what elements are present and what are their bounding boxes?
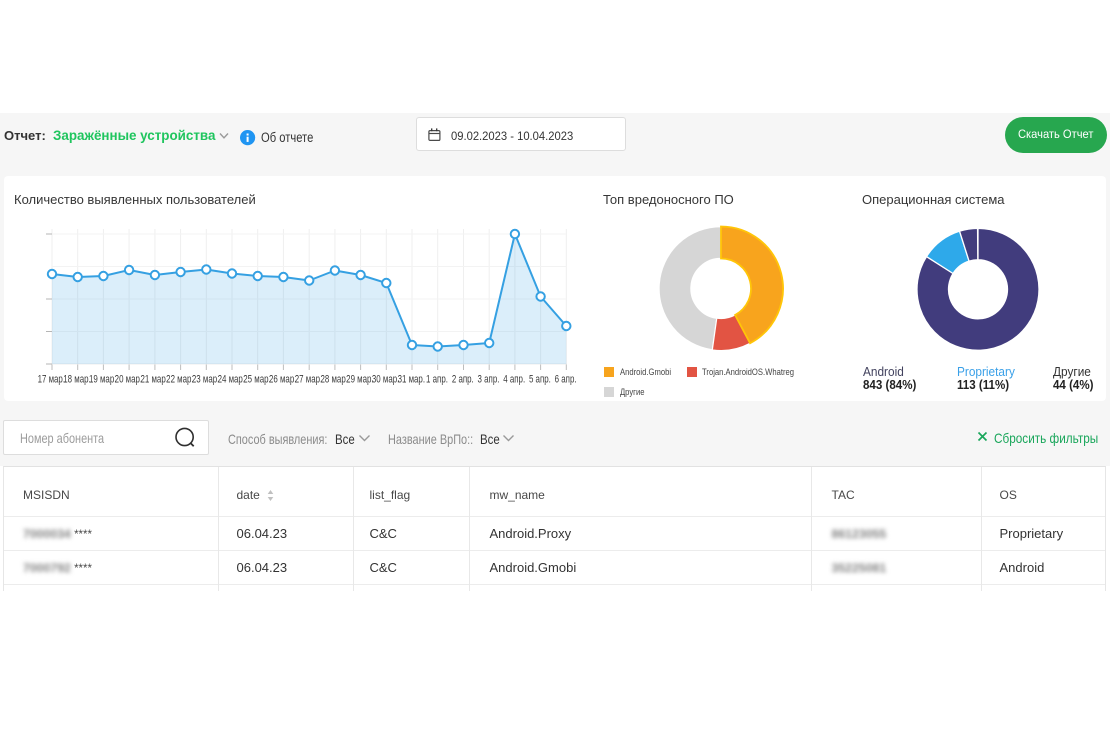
- svg-text:31 мар.: 31 мар.: [398, 373, 425, 386]
- svg-text:22 мар.: 22 мар.: [166, 373, 193, 386]
- svg-text:21 мар.: 21 мар.: [140, 373, 167, 386]
- svg-text:1 апр.: 1 апр.: [426, 373, 448, 386]
- svg-text:18 мар.: 18 мар.: [63, 373, 90, 386]
- svg-text:5 апр.: 5 апр.: [529, 373, 551, 386]
- svg-text:19 мар.: 19 мар.: [89, 373, 116, 386]
- svg-text:6 апр.: 6 апр.: [555, 373, 577, 386]
- svg-text:3 апр.: 3 апр.: [478, 373, 500, 386]
- svg-text:29 мар.: 29 мар.: [346, 373, 373, 386]
- svg-text:4 апр.: 4 апр.: [503, 373, 525, 386]
- svg-text:20 мар.: 20 мар.: [115, 373, 142, 386]
- svg-text:23 мар.: 23 мар.: [192, 373, 219, 386]
- svg-text:26 мар.: 26 мар.: [269, 373, 296, 386]
- svg-text:17 мар.: 17 мар.: [38, 373, 65, 386]
- svg-text:28 мар.: 28 мар.: [320, 373, 347, 386]
- svg-text:30 мар.: 30 мар.: [372, 373, 399, 386]
- svg-text:24 мар.: 24 мар.: [218, 373, 245, 386]
- svg-text:27 мар.: 27 мар.: [295, 373, 322, 386]
- svg-text:2 апр.: 2 апр.: [452, 373, 474, 386]
- svg-text:25 мар.: 25 мар.: [243, 373, 270, 386]
